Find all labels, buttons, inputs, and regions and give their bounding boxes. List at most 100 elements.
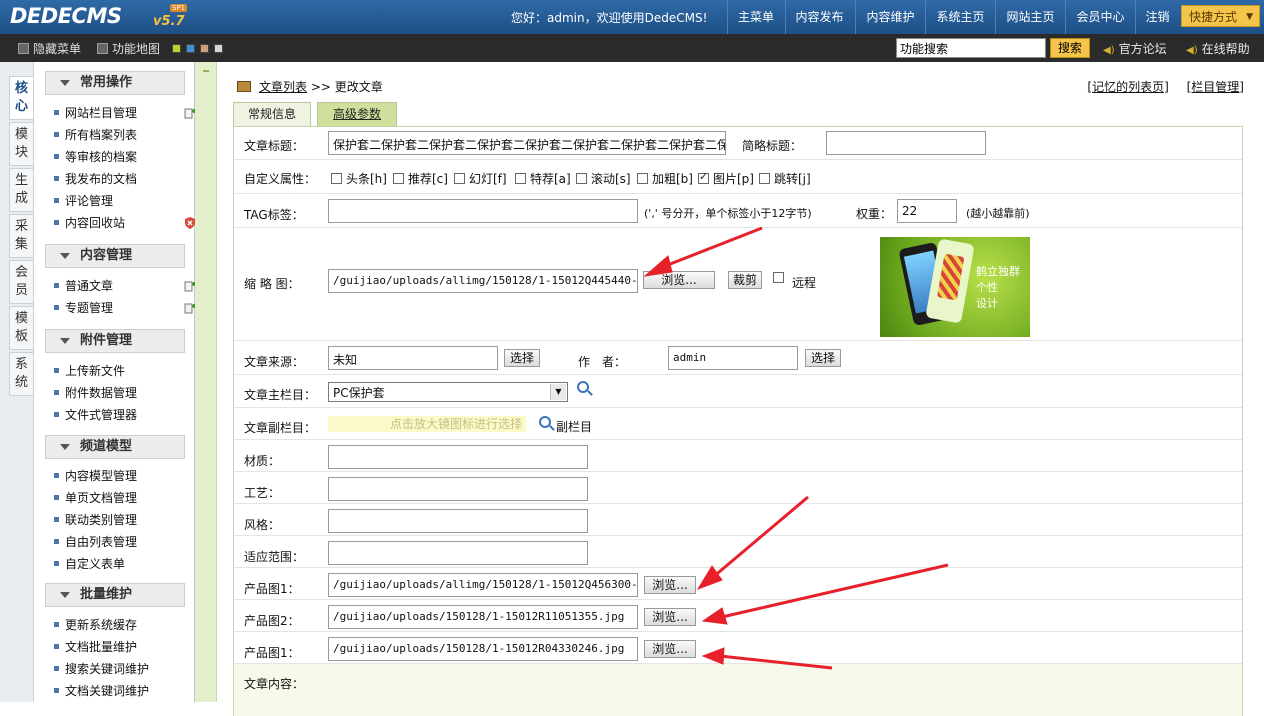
craft-input[interactable] — [328, 477, 588, 501]
menu-item-batch-docs[interactable]: 文档批量维护 — [54, 639, 137, 655]
attr-checkbox-3[interactable]: 特荐[a] — [515, 170, 571, 187]
bullet-icon — [54, 539, 59, 544]
menu-item-free-list[interactable]: 自由列表管理 — [54, 534, 137, 550]
thumbnail-browse-button[interactable]: 浏览... — [643, 271, 715, 289]
row-material: 材质： — [234, 440, 1242, 472]
menu-item-custom-form[interactable]: 自定义表单 — [54, 556, 125, 572]
menu-item-article[interactable]: 普通文章 — [54, 278, 113, 294]
menu-item-search-keywords[interactable]: 搜索关键词维护 — [54, 661, 149, 677]
title-input[interactable]: 保护套二保护套二保护套二保护套二保护套二保护套二保护套二保护套二保 — [328, 131, 726, 155]
scope-input[interactable] — [328, 541, 588, 565]
bullet-icon — [54, 622, 59, 627]
tab-general-info[interactable]: 常规信息 — [233, 102, 311, 126]
vtab-core[interactable]: 核心 — [9, 76, 33, 120]
nav-content-publish[interactable]: 内容发布 — [785, 0, 853, 34]
style-input[interactable] — [328, 509, 588, 533]
menu-section-common[interactable]: 常用操作 — [45, 71, 185, 95]
short-title-input[interactable] — [826, 131, 986, 155]
menu-item-doc-keywords[interactable]: 文档关键词维护 — [54, 683, 149, 699]
vtab-module[interactable]: 模块 — [9, 122, 33, 166]
skin-blue-swatch[interactable] — [186, 44, 195, 53]
product-image-1-input[interactable]: /guijiao/uploads/allimg/150128/1-15012Q4… — [328, 573, 638, 597]
menu-item-single-page[interactable]: 单页文档管理 — [54, 490, 137, 506]
attr-checkbox-6[interactable]: 图片[p] — [698, 170, 754, 187]
main-category-select[interactable]: PC保护套 ▼ — [328, 382, 568, 402]
sub-category-hint: 点击放大镜图标进行选择 — [328, 416, 526, 432]
menu-item-my-docs[interactable]: 我发布的文档 — [54, 171, 137, 187]
crop-button[interactable]: 裁剪 — [728, 271, 762, 289]
menu-item-upload[interactable]: 上传新文件 — [54, 363, 125, 379]
nav-site-home[interactable]: 网站主页 — [995, 0, 1065, 34]
menu-section-attachment[interactable]: 附件管理 — [45, 329, 185, 353]
skin-green-swatch[interactable] — [172, 44, 181, 53]
tag-input[interactable] — [328, 199, 638, 223]
product-image-2-browse[interactable]: 浏览... — [644, 608, 696, 626]
magnifier-icon[interactable] — [577, 381, 589, 393]
magnifier-icon[interactable] — [539, 416, 551, 428]
row-sub-category: 文章副栏目： 点击放大镜图标进行选择 副栏目 — [234, 408, 1242, 440]
menu-item-attachment-data[interactable]: 附件数据管理 — [54, 385, 137, 401]
function-search-input[interactable]: 功能搜索 — [896, 38, 1046, 58]
breadcrumb-article-list[interactable]: 文章列表 — [259, 80, 307, 94]
nav-main-menu[interactable]: 主菜单 — [727, 0, 784, 34]
nav-logout[interactable]: 注销 — [1135, 0, 1179, 34]
menu-section-batch[interactable]: 批量维护 — [45, 583, 185, 607]
menu-item-comments[interactable]: 评论管理 — [54, 193, 113, 209]
author-select-button[interactable]: 选择 — [805, 349, 841, 367]
vtab-member[interactable]: 会员 — [9, 260, 33, 304]
column-manage-link[interactable]: [栏目管理] — [1187, 80, 1244, 94]
attr-checkbox-2[interactable]: 幻灯[f] — [454, 170, 507, 187]
attr-checkbox-0[interactable]: 头条[h] — [331, 170, 387, 187]
menu-item-model-manage[interactable]: 内容模型管理 — [54, 468, 137, 484]
skin-gray-swatch[interactable] — [214, 44, 223, 53]
menu-toggle-strip[interactable] — [195, 62, 217, 702]
thumbnail-path-input[interactable]: /guijiao/uploads/allimg/150128/1-15012Q4… — [328, 269, 638, 293]
menu-item-recycle-bin[interactable]: 内容回收站 — [54, 215, 125, 231]
menu-item-linkage[interactable]: 联动类别管理 — [54, 512, 137, 528]
material-input[interactable] — [328, 445, 588, 469]
menu-item-file-manager[interactable]: 文件式管理器 — [54, 407, 137, 423]
attr-checkbox-1[interactable]: 推荐[c] — [393, 170, 448, 187]
nav-member-center[interactable]: 会员中心 — [1065, 0, 1135, 34]
attr-checkbox-4[interactable]: 滚动[s] — [576, 170, 631, 187]
sub-category-link[interactable]: 副栏目 — [556, 418, 592, 435]
bullet-icon — [54, 412, 59, 417]
official-forum-link[interactable]: ◀) 官方论坛 — [1103, 40, 1167, 57]
search-button[interactable]: 搜索 — [1050, 38, 1090, 58]
breadcrumb-current: 更改文章 — [334, 80, 383, 94]
shortcut-dropdown[interactable]: 快捷方式 ▼ — [1181, 5, 1260, 27]
remote-checkbox[interactable] — [773, 271, 788, 285]
menu-item-topic[interactable]: 专题管理 — [54, 300, 113, 316]
attr-checkbox-7[interactable]: 跳转[j] — [759, 170, 811, 187]
bullet-icon — [54, 176, 59, 181]
menu-item-all-docs[interactable]: 所有档案列表 — [54, 127, 137, 143]
function-map-button[interactable]: 功能地图 — [97, 40, 160, 57]
vtab-generate[interactable]: 生成 — [9, 168, 33, 212]
nav-content-maintain[interactable]: 内容维护 — [855, 0, 925, 34]
menu-item-column-manage[interactable]: 网站栏目管理 — [54, 105, 137, 121]
tab-advanced-params[interactable]: 高级参数 — [317, 102, 397, 126]
author-input[interactable]: admin — [668, 346, 798, 370]
menu-item-pending-docs[interactable]: 等审核的档案 — [54, 149, 137, 165]
source-select-button[interactable]: 选择 — [504, 349, 540, 367]
nav-system-home[interactable]: 系统主页 — [925, 0, 995, 34]
menu-item-update-cache[interactable]: 更新系统缓存 — [54, 617, 137, 633]
skin-brown-swatch[interactable] — [200, 44, 209, 53]
hide-menu-button[interactable]: 隐藏菜单 — [18, 40, 81, 57]
product-image-3-browse[interactable]: 浏览... — [644, 640, 696, 658]
vtab-template[interactable]: 模板 — [9, 306, 33, 350]
menu-section-channel[interactable]: 频道模型 — [45, 435, 185, 459]
vtab-collect[interactable]: 采集 — [9, 214, 33, 258]
attr-checkbox-5[interactable]: 加粗[b] — [637, 170, 693, 187]
source-input[interactable]: 未知 — [328, 346, 498, 370]
vtab-system[interactable]: 系统 — [9, 352, 33, 396]
menu-section-content[interactable]: 内容管理 — [45, 244, 185, 268]
product-image-2-input[interactable]: /guijiao/uploads/150128/1-15012R11051355… — [328, 605, 638, 629]
online-help-link[interactable]: ◀) 在线帮助 — [1186, 40, 1250, 57]
product-image-1-browse[interactable]: 浏览... — [644, 576, 696, 594]
weight-input[interactable]: 22 — [897, 199, 957, 223]
product-image-3-input[interactable]: /guijiao/uploads/150128/1-15012R04330246… — [328, 637, 638, 661]
bullet-icon — [54, 305, 59, 310]
remembered-list-link[interactable]: [记忆的列表页] — [1087, 80, 1168, 94]
thumbnail-preview-image: 鹤立独群 个性 设计 — [880, 237, 1030, 337]
